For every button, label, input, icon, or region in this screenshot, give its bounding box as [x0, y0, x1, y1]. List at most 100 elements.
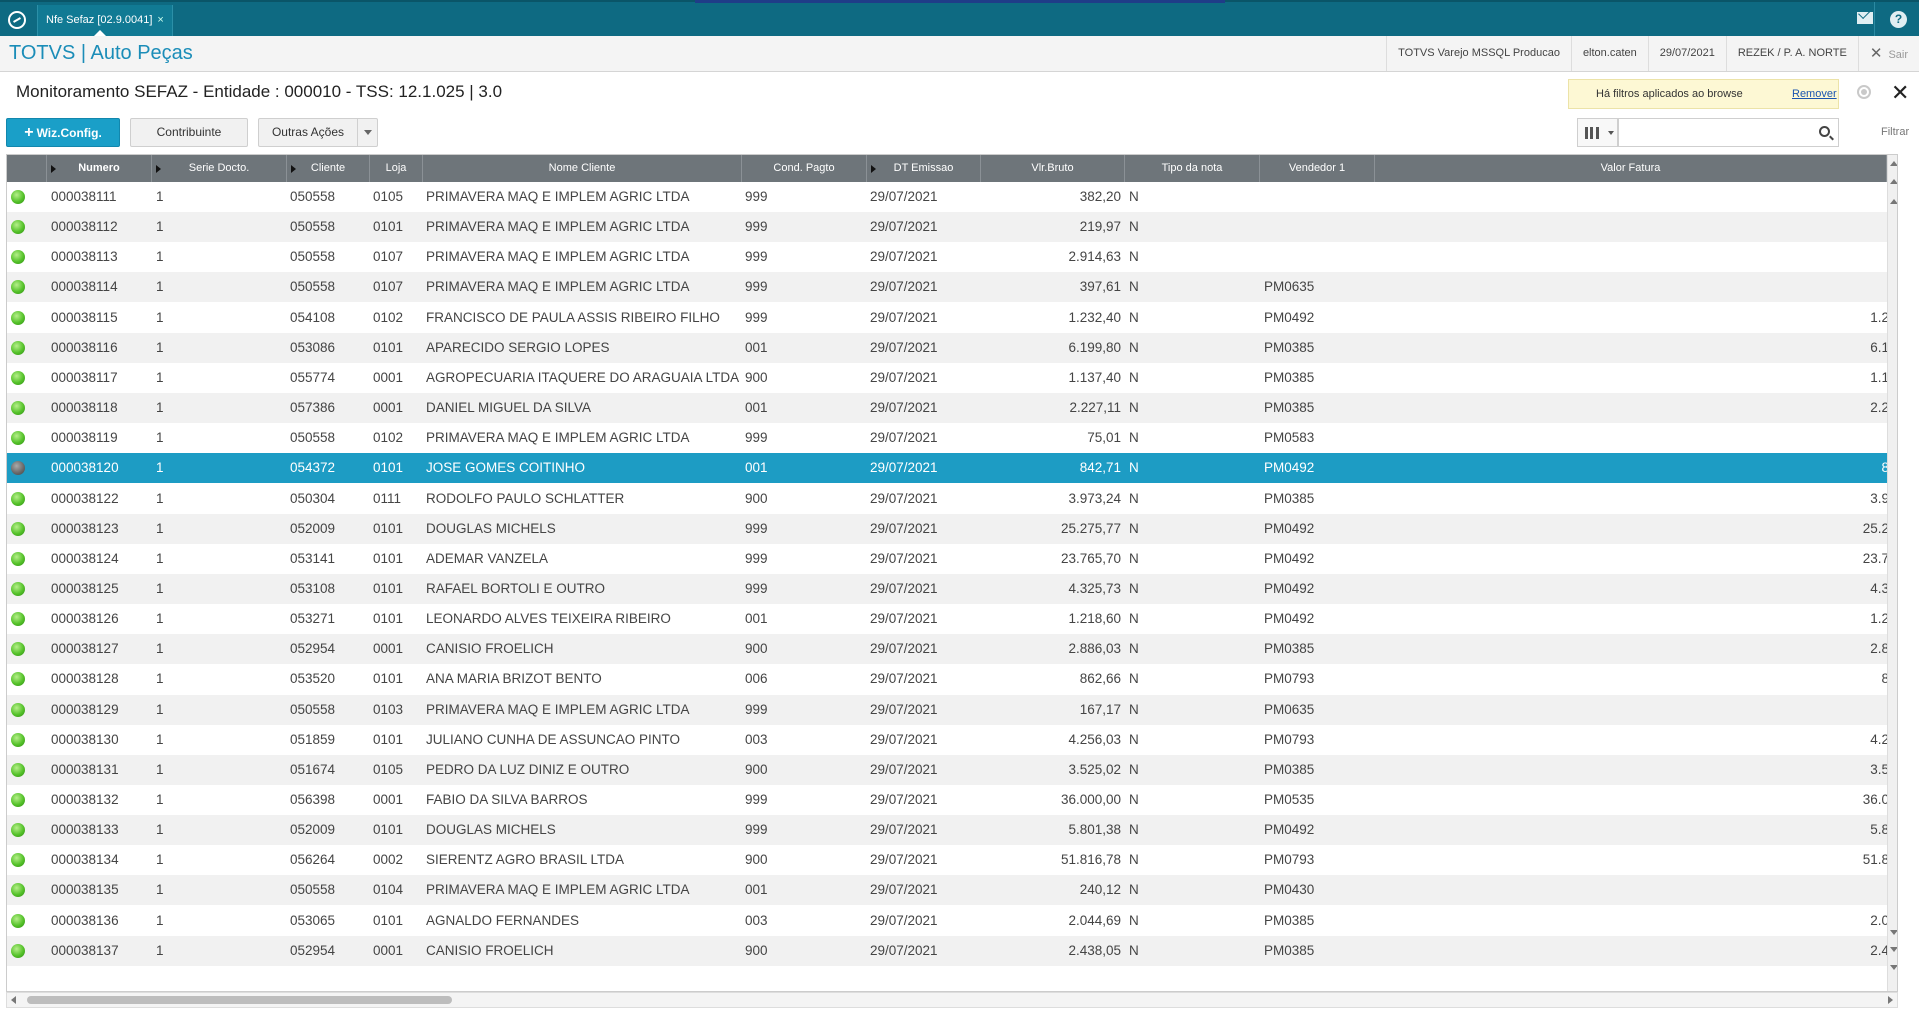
help-icon[interactable]: ? [1890, 11, 1907, 28]
environment-label[interactable]: TOTVS Varejo MSSQL Producao [1386, 36, 1571, 71]
table-row[interactable]: 000038132 1 056398 0001 FABIO DA SILVA BARRO… [7, 785, 1897, 815]
cell-cliente: 050558 [290, 430, 336, 446]
column-header[interactable] [7, 155, 47, 182]
cell-loja: 0102 [373, 309, 404, 325]
column-header[interactable]: Valor Fatura [1375, 155, 1887, 182]
filter-button[interactable]: Filtrar [1881, 126, 1909, 138]
table-row[interactable]: 000038111 1 050558 0105 PRIMAVERA MAQ E IMPL… [7, 182, 1897, 212]
cell-valor-fatura: 0 [1375, 242, 1897, 272]
scroll-right-icon[interactable] [1888, 996, 1893, 1004]
search-input[interactable] [1619, 119, 1804, 146]
column-header[interactable]: Nome Cliente [423, 155, 742, 182]
table-row[interactable]: 000038114 1 050558 0107 PRIMAVERA MAQ E IMPL… [7, 272, 1897, 303]
sort-marker-icon [291, 165, 296, 173]
cell-numero: 000038130 [51, 731, 119, 747]
table-row[interactable]: 000038124 1 053141 0101 ADEMAR VANZELA 999 29/… [7, 543, 1897, 574]
close-page-icon[interactable]: ✕ [1891, 80, 1909, 106]
scroll-page-down-icon[interactable] [1890, 947, 1897, 952]
cell-cliente: 050558 [290, 882, 336, 898]
scroll-thumb[interactable] [27, 996, 452, 1004]
horizontal-scrollbar[interactable] [6, 992, 1898, 1008]
table-row[interactable]: 000038119 1 050558 0102 PRIMAVERA MAQ E IMPL… [7, 423, 1897, 454]
chevron-down-icon[interactable] [357, 119, 377, 146]
scroll-up-icon[interactable] [1890, 199, 1897, 204]
column-header[interactable]: Cond. Pagto [742, 155, 867, 182]
scroll-bottom-icon[interactable] [1890, 965, 1897, 970]
cell-tipo-nota: N [1129, 641, 1139, 657]
table-row[interactable]: 000038134 1 056264 0002 SIERENTZ AGRO BRASIL… [7, 845, 1897, 876]
scroll-top-icon[interactable] [1890, 161, 1897, 166]
column-selector[interactable] [1577, 118, 1618, 147]
branch-label[interactable]: REZEK / P. A. NORTE [1725, 36, 1858, 71]
column-header[interactable]: Numero [47, 155, 152, 182]
cell-cliente: 053065 [290, 912, 336, 928]
scroll-left-icon[interactable] [11, 996, 16, 1004]
column-header[interactable]: Tipo da nota [1125, 155, 1260, 182]
exit-button[interactable]: ✕ Sair [1857, 36, 1919, 71]
cell-vlr-bruto: 51.816,78 [1060, 852, 1121, 868]
table-row[interactable]: 000038126 1 053271 0101 LEONARDO ALVES TEIXE… [7, 604, 1897, 635]
date-label[interactable]: 29/07/2021 [1647, 36, 1726, 71]
scroll-down-icon[interactable] [1890, 930, 1897, 935]
gear-icon[interactable] [1857, 85, 1871, 99]
cell-nome-cliente: FABIO DA SILVA BARROS [426, 792, 588, 807]
column-header-label: Tipo da nota [1161, 162, 1223, 174]
table-row[interactable]: 000038118 1 057386 0001 DANIEL MIGUEL DA SIL… [7, 393, 1897, 424]
table-row[interactable]: 000038122 1 050304 0111 RODOLFO PAULO SCHLAT… [7, 483, 1897, 514]
contribuinte-button[interactable]: Contribuinte [130, 118, 248, 147]
cell-valor-fatura: 5.801 [1870, 822, 1897, 838]
column-header[interactable]: Vlr.Bruto [981, 155, 1125, 182]
cell-serie: 1 [156, 490, 164, 506]
column-header[interactable]: Vendedor 1 [1260, 155, 1375, 182]
status-dot-icon [11, 853, 25, 868]
scroll-page-up-icon[interactable] [1890, 179, 1897, 184]
cell-vlr-bruto: 23.765,70 [1060, 550, 1121, 566]
table-row[interactable]: 000038129 1 050558 0103 PRIMAVERA MAQ E IMPL… [7, 694, 1897, 725]
table-row[interactable]: 000038137 1 052954 0001 CANISIO FROELICH 900 2… [7, 935, 1897, 966]
remove-filter-link[interactable]: Remover [1792, 88, 1837, 100]
table-row[interactable]: 000038125 1 053108 0101 RAFAEL BORTOLI E OUT… [7, 573, 1897, 604]
cell-nome-cliente: AGNALDO FERNANDES [426, 912, 580, 928]
cell-dt-emissao: 29/07/2021 [870, 400, 938, 416]
vertical-scrollbar[interactable] [1887, 155, 1897, 991]
user-label[interactable]: elton.caten [1570, 36, 1648, 71]
cell-valor-fatura: 6.199 [1870, 339, 1897, 355]
column-header[interactable]: Serie Docto. [152, 155, 287, 182]
cell-vlr-bruto: 397,61 [1079, 279, 1121, 295]
table-row[interactable]: 000038113 1 050558 0107 PRIMAVERA MAQ E IMPL… [7, 242, 1897, 273]
cell-vendedor: PM0793 [1264, 731, 1315, 747]
table-row[interactable]: 000038130 1 051859 0101 JULIANO CUNHA DE ASS… [7, 724, 1897, 755]
cell-vlr-bruto: 36.000,00 [1060, 792, 1121, 807]
table-row[interactable]: 000038136 1 053065 0101 AGNALDO FERNANDES 003… [7, 905, 1897, 936]
table-row[interactable]: 000038128 1 053520 0101 ANA MARIA BRIZOT BEN… [7, 664, 1897, 695]
cell-loja: 0103 [373, 701, 404, 717]
cell-numero: 000038114 [51, 279, 118, 295]
cell-vlr-bruto: 2.227,11 [1069, 400, 1121, 416]
column-header[interactable]: DT Emissao [867, 155, 981, 182]
window-accent-line [695, 0, 1225, 3]
table-row[interactable]: 000038112 1 050558 0101 PRIMAVERA MAQ E IMPL… [7, 212, 1897, 243]
table-row[interactable]: 000038131 1 051674 0105 PEDRO DA LUZ DINIZ E… [7, 754, 1897, 785]
table-row[interactable]: 000038116 1 053086 0101 APARECIDO SERGIO LOP… [7, 332, 1897, 363]
wiz-config-button[interactable]: + Wiz.Config. [6, 118, 120, 147]
cell-vendedor: PM0385 [1264, 641, 1315, 657]
column-header[interactable]: Cliente [287, 155, 370, 182]
cell-cliente: 050558 [290, 249, 336, 265]
cell-serie: 1 [156, 611, 164, 627]
search-field[interactable] [1618, 118, 1839, 147]
column-header[interactable]: Loja [370, 155, 423, 182]
search-icon[interactable] [1819, 126, 1830, 137]
table-row[interactable]: 000038115 1 054108 0102 FRANCISCO DE PAULA A… [7, 302, 1897, 333]
mail-icon[interactable] [1857, 12, 1873, 24]
column-header-label: Nome Cliente [548, 162, 616, 174]
table-row[interactable]: 000038117 1 055774 0001 AGROPECUARIA ITAQUER… [7, 362, 1897, 393]
table-row[interactable]: 000038120 1 054372 0101 JOSE GOMES COITINHO 0… [7, 453, 1897, 484]
outras-acoes-button[interactable]: Outras Ações [258, 118, 378, 147]
cell-valor-fatura: 842 [1375, 453, 1897, 483]
totvs-logo-icon[interactable] [8, 11, 26, 29]
tab-close-icon[interactable]: × [157, 14, 163, 26]
table-row[interactable]: 000038133 1 052009 0101 DOUGLAS MICHELS 999 29… [7, 815, 1897, 846]
table-row[interactable]: 000038135 1 050558 0104 PRIMAVERA MAQ E IMPL… [7, 875, 1897, 906]
table-row[interactable]: 000038127 1 052954 0001 CANISIO FROELICH 900 2… [7, 634, 1897, 665]
table-row[interactable]: 000038123 1 052009 0101 DOUGLAS MICHELS 999 29… [7, 513, 1897, 544]
